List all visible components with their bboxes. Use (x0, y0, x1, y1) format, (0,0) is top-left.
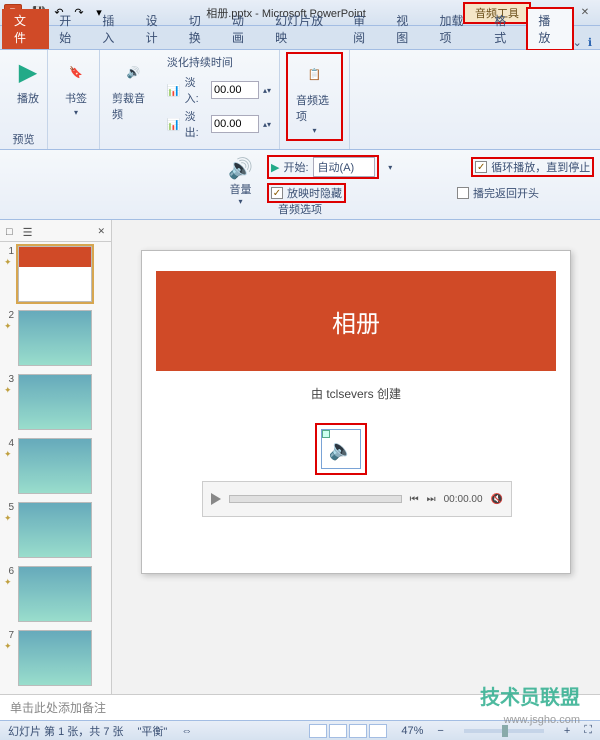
fade-in-icon: 📊 (167, 84, 181, 97)
thumb-item-7[interactable]: 7✦ (0, 626, 111, 690)
volume-label: 音量 (229, 181, 251, 197)
play-label: 播放 (17, 90, 39, 106)
rewind-option[interactable]: 播完返回开头 (457, 185, 539, 201)
start-play-icon: ▶ (271, 161, 279, 174)
audio-object[interactable]: 🔈 (317, 425, 365, 473)
help-icon[interactable]: ℹ (588, 36, 592, 49)
thumbs-close-icon[interactable]: ✕ (97, 226, 105, 239)
bookmark-drop-icon: ▾ (74, 108, 78, 117)
player-track[interactable] (229, 495, 402, 503)
slide-canvas[interactable]: 相册 由 tclsevers 创建 🔈 ⏮ ⏭ 00:00.00 🔇 (112, 220, 600, 694)
zoom-out-icon[interactable]: − (437, 725, 443, 737)
fade-out-icon: 📊 (167, 118, 181, 131)
tab-format[interactable]: 格式 (484, 9, 527, 49)
slide[interactable]: 相册 由 tclsevers 创建 🔈 ⏮ ⏭ 00:00.00 🔇 (141, 250, 571, 574)
player-volume-icon[interactable]: 🔇 (491, 494, 503, 505)
slide-subtitle[interactable]: 由 tclsevers 创建 (142, 385, 570, 402)
tab-design[interactable]: 设计 (136, 9, 179, 49)
fade-title: 淡化持续时间 (167, 54, 271, 70)
status-theme: "平衡" (138, 723, 168, 739)
slide-title[interactable]: 相册 (156, 271, 556, 371)
view-normal-icon[interactable] (309, 724, 327, 738)
thumb-item-4[interactable]: 4✦ (0, 434, 111, 498)
tab-review[interactable]: 审阅 (343, 9, 386, 49)
tab-playback[interactable]: 播放 (527, 8, 572, 50)
status-lang-icon[interactable]: ⇔ (181, 725, 192, 737)
spinner-up-icon[interactable]: ▴▾ (263, 86, 271, 95)
tab-slideshow[interactable]: 幻灯片放映 (265, 9, 343, 49)
loop-checkbox[interactable]: ✓ (475, 161, 487, 173)
tab-addins[interactable]: 加载项 (429, 9, 484, 49)
thumb-item-5[interactable]: 5✦ (0, 498, 111, 562)
file-tab[interactable]: 文件 (2, 9, 49, 49)
view-reading-icon[interactable] (349, 724, 367, 738)
start-label: 开始: (283, 159, 308, 175)
preview-group-label: 预览 (0, 129, 47, 149)
view-sorter-icon[interactable] (329, 724, 347, 738)
close-icon[interactable]: ✕ (576, 5, 594, 21)
start-option[interactable]: ▶ 开始: 自动(A) (268, 156, 378, 178)
fade-out-input[interactable] (211, 115, 259, 133)
tab-insert[interactable]: 插入 (92, 9, 135, 49)
trim-label: 剪裁音频 (112, 90, 155, 122)
play-button[interactable]: ▶ 播放 (8, 54, 48, 108)
player-time: 00:00.00 (444, 494, 483, 505)
thumb-item-2[interactable]: 2✦ (0, 306, 111, 370)
rewind-label: 播完返回开头 (473, 185, 539, 201)
bookmark-icon: 🔖 (60, 56, 92, 88)
bookmark-label: 书签 (65, 90, 87, 106)
tab-transitions[interactable]: 切换 (179, 9, 222, 49)
start-select[interactable]: 自动(A) (313, 157, 376, 177)
thumbs-tab-outline[interactable]: ☰ (23, 226, 33, 239)
player-play-icon[interactable] (211, 493, 221, 505)
trim-icon: 🔊 (117, 56, 149, 88)
hide-option[interactable]: ✓ 放映时隐藏 (268, 184, 345, 202)
zoom-slider[interactable] (464, 729, 544, 733)
rewind-checkbox[interactable] (457, 187, 469, 199)
status-slide-count: 幻灯片 第 1 张，共 7 张 (8, 723, 124, 739)
hide-checkbox[interactable]: ✓ (271, 187, 283, 199)
thumb-item-3[interactable]: 3✦ (0, 370, 111, 434)
start-dropdown-icon[interactable]: ▾ (388, 163, 392, 172)
audio-options-label: 音频选项 (296, 92, 333, 124)
status-zoom[interactable]: 47% (401, 725, 423, 737)
play-icon: ▶ (12, 56, 44, 88)
audio-options-button[interactable]: 📋 音频选项 ▾ (288, 54, 341, 139)
spinner-down-icon[interactable]: ▴▾ (263, 120, 271, 129)
tab-animations[interactable]: 动画 (222, 9, 265, 49)
volume-icon[interactable]: 🔊 (228, 156, 253, 181)
loop-label: 循环播放，直到停止 (491, 159, 590, 175)
tab-view[interactable]: 视图 (386, 9, 429, 49)
notes-pane[interactable]: 单击此处添加备注 (0, 694, 600, 720)
thumb-item-6[interactable]: 6✦ (0, 562, 111, 626)
ribbon-minimize-icon[interactable]: ⌄ (573, 36, 582, 49)
player-next-icon[interactable]: ⏭ (427, 494, 436, 505)
bookmark-button[interactable]: 🔖 书签 ▾ (56, 54, 96, 119)
audio-options-drop-icon: ▾ (312, 126, 316, 135)
loop-option[interactable]: ✓ 循环播放，直到停止 (472, 158, 593, 176)
audio-options-icon: 📋 (299, 58, 331, 90)
fade-in-input[interactable] (211, 81, 259, 99)
fade-in-label: 淡入: (185, 74, 207, 106)
thumbs-tab-slides[interactable]: □ (6, 226, 13, 239)
fade-out-label: 淡出: (185, 108, 207, 140)
zoom-in-icon[interactable]: + (564, 725, 570, 737)
trim-audio-button[interactable]: 🔊 剪裁音频 (108, 54, 159, 124)
player-prev-icon[interactable]: ⏮ (410, 494, 419, 505)
audio-options-group-label: 音频选项 (0, 201, 600, 217)
tab-home[interactable]: 开始 (49, 9, 92, 49)
hide-label: 放映时隐藏 (287, 185, 342, 201)
audio-player[interactable]: ⏮ ⏭ 00:00.00 🔇 (202, 481, 512, 517)
view-slideshow-icon[interactable] (369, 724, 387, 738)
fit-window-icon[interactable]: ⛶ (584, 724, 592, 737)
thumb-item-1[interactable]: 1✦ (0, 242, 111, 306)
